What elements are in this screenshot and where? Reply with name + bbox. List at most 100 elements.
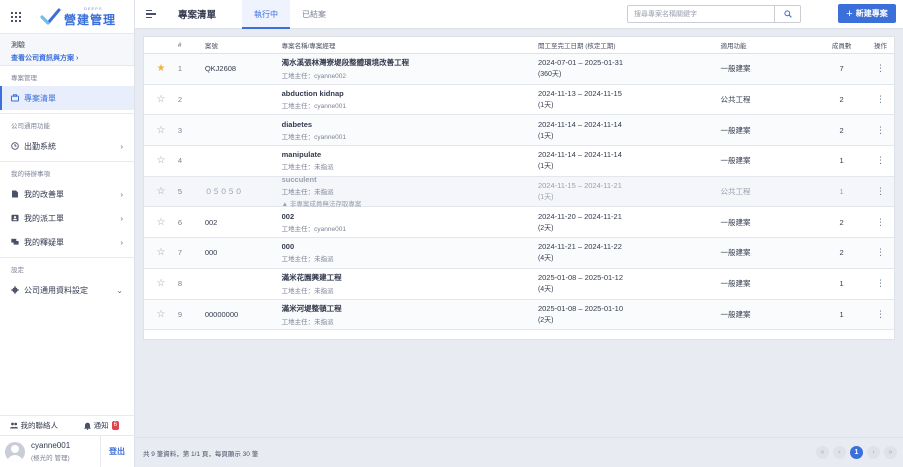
logo-check-icon <box>40 8 61 24</box>
id-card-icon <box>11 214 19 222</box>
company-plan-link[interactable]: 查看公司資訊與方案 › <box>11 53 123 63</box>
chevron-down-icon: ⌄ <box>116 285 123 295</box>
row-num: 6 <box>177 217 183 227</box>
search-input[interactable] <box>628 6 774 22</box>
grid-icon[interactable] <box>11 11 21 22</box>
more-vertical-icon[interactable]: ⋮ <box>876 63 885 73</box>
table-row[interactable]: ☆ 2 abduction kidnap 工地主任：cyanne001 2024-… <box>144 85 894 116</box>
project-manager: 工地主任：cyanne001 <box>281 103 346 111</box>
project-name[interactable]: manipulate <box>282 150 538 159</box>
star-icon[interactable]: ★ <box>156 63 165 74</box>
row-code: ０５０５０ <box>204 187 243 197</box>
divider <box>0 161 134 162</box>
notification-link[interactable]: 通知 6 <box>68 420 136 431</box>
user-name: cyanne001 <box>31 441 71 450</box>
header-date: 開工至完工日期 (核定工期) <box>537 43 616 50</box>
tab-closed[interactable]: 已結案 <box>290 0 338 29</box>
date-days: (2天) <box>537 224 554 232</box>
more-vertical-icon[interactable]: ⋮ <box>876 125 885 135</box>
logout-button[interactable]: 登出 <box>100 435 130 467</box>
search-button[interactable] <box>774 6 800 22</box>
sidebar-links: 我的聯絡人 通知 6 <box>0 415 135 435</box>
date-range: 2024-07-01 – 2025-01-31 <box>537 58 624 68</box>
date-range: 2025-01-08 – 2025-01-12 <box>537 273 624 283</box>
sidebar-item-project-list[interactable]: 專案清單 <box>0 86 134 110</box>
row-num: 5 <box>177 187 183 197</box>
table-row[interactable]: ☆ 8 滿米花園興建工程 工地主任：未指派 2025-01-08 – 2025-0… <box>144 269 894 300</box>
sidebar-item-attendance[interactable]: 出勤系統 › <box>0 134 134 158</box>
star-icon[interactable]: ☆ <box>156 94 165 105</box>
more-vertical-icon[interactable]: ⋮ <box>876 186 885 196</box>
table-footer: 共 9 筆資料，第 1/1 頁，每頁顯示 30 筆 « ‹ 1 › » <box>135 437 903 467</box>
project-name[interactable]: 滿米花園興建工程 <box>282 272 538 283</box>
star-icon[interactable]: ☆ <box>156 278 165 289</box>
date-days: (4天) <box>537 255 554 263</box>
more-vertical-icon[interactable]: ⋮ <box>876 309 885 319</box>
star-icon[interactable]: ☆ <box>156 186 165 197</box>
table-row[interactable]: ☆ 7 000 000 工地主任：未指派 2024-11-21 – 2024-11… <box>144 238 894 269</box>
company-name: 測驗 <box>11 42 25 49</box>
project-manager: 工地主任：未指派 <box>281 189 334 197</box>
sidebar-item-dispatch[interactable]: 我的派工單 › <box>0 206 134 230</box>
project-name[interactable]: succulent <box>282 175 538 184</box>
sidebar-item-label: 專案清單 <box>24 93 56 103</box>
prev-page-button[interactable]: ‹ <box>833 446 846 459</box>
pagination-summary: 共 9 筆資料，第 1/1 頁，每頁顯示 30 筆 <box>143 450 259 458</box>
table-header: # 案號 專案名稱/專案經理 開工至完工日期 (核定工期) 適用功能 成員數 操… <box>144 37 894 54</box>
sidebar-header: DEEPS 營建管理 <box>0 0 134 34</box>
user-panel: cyanne001 (極光的 管理) 登出 <box>0 435 135 467</box>
last-page-button[interactable]: » <box>884 446 897 459</box>
more-vertical-icon[interactable]: ⋮ <box>876 94 885 104</box>
app-logo[interactable]: DEEPS 營建管理 <box>39 6 116 28</box>
project-name[interactable]: 滿米河堤整頓工程 <box>282 303 538 314</box>
date-range: 2025-01-08 – 2025-01-10 <box>537 303 624 313</box>
row-func: 一般建案 <box>720 309 751 319</box>
star-icon[interactable]: ☆ <box>156 309 165 320</box>
project-name[interactable]: 000 <box>282 242 538 251</box>
row-func: 一般建案 <box>720 156 751 166</box>
first-page-button[interactable]: « <box>816 446 829 459</box>
next-page-button[interactable]: › <box>867 446 880 459</box>
notification-badge: 6 <box>111 421 119 430</box>
table-row[interactable]: ☆ 9 00000000 滿米河堤整頓工程 工地主任：未指派 2025-01-08… <box>144 299 894 331</box>
row-num: 3 <box>177 125 183 135</box>
table-row[interactable]: ☆ 6 002 002 工地主任：cyanne001 2024-11-20 – 2… <box>144 207 894 239</box>
more-vertical-icon[interactable]: ⋮ <box>876 278 885 288</box>
header-num: # <box>177 41 182 49</box>
project-table: # 案號 專案名稱/專案經理 開工至完工日期 (核定工期) 適用功能 成員數 操… <box>143 36 895 340</box>
table-row[interactable]: ☆ 3 diabetes 工地主任：cyanne001 2024-11-14 – … <box>144 115 894 147</box>
star-icon[interactable]: ☆ <box>156 217 165 228</box>
contacts-link[interactable]: 我的聯絡人 <box>0 420 68 431</box>
row-count: 2 <box>839 95 844 105</box>
menu-collapse-icon[interactable] <box>146 10 156 18</box>
sidebar-item-company-settings[interactable]: 公司通用資料設定 ⌄ <box>0 278 134 302</box>
project-name[interactable]: diabetes <box>282 120 538 129</box>
table-row[interactable]: ☆ 4 manipulate 工地主任：未指派 2024-11-14 – 2024… <box>144 146 894 177</box>
row-num: 8 <box>177 279 183 289</box>
row-count: 1 <box>839 279 844 289</box>
star-icon[interactable]: ☆ <box>156 247 165 258</box>
tab-active[interactable]: 執行中 <box>242 0 291 29</box>
date-days: (4天) <box>537 286 554 294</box>
sidebar-item-label: 公司通用資料設定 <box>24 285 88 295</box>
table-row[interactable]: ★ 1 QKJ2608 濁水溪張林灣寮堤段整體環境改善工程 工地主任：cyanne… <box>144 54 894 85</box>
project-name[interactable]: 濁水溪張林灣寮堤段整體環境改善工程 <box>282 57 538 68</box>
project-name[interactable]: 002 <box>282 212 538 221</box>
star-icon[interactable]: ☆ <box>156 155 165 166</box>
chevron-right-icon: › <box>120 189 123 199</box>
star-icon[interactable]: ☆ <box>156 125 165 136</box>
page-button[interactable]: 1 <box>850 446 863 459</box>
header-func: 適用功能 <box>720 43 747 50</box>
more-vertical-icon[interactable]: ⋮ <box>876 217 885 227</box>
table-row[interactable]: ☆ 5 ０５０５０ succulent 工地主任：未指派 ▲ 非專案成員無法存取專案… <box>144 175 894 208</box>
project-name[interactable]: abduction kidnap <box>282 89 538 98</box>
notification-label: 通知 <box>93 421 109 430</box>
sidebar-item-label: 我的改善單 <box>24 189 64 199</box>
more-vertical-icon[interactable]: ⋮ <box>876 155 885 165</box>
more-vertical-icon[interactable]: ⋮ <box>876 247 885 257</box>
user-role: (極光的 管理) <box>31 455 70 462</box>
sidebar-item-improvement[interactable]: 我的改善單 › <box>0 182 134 206</box>
row-count: 2 <box>839 125 844 135</box>
sidebar-item-query[interactable]: 我的釋疑單 › <box>0 230 134 254</box>
new-project-button[interactable]: + 新建專案 <box>838 4 896 23</box>
